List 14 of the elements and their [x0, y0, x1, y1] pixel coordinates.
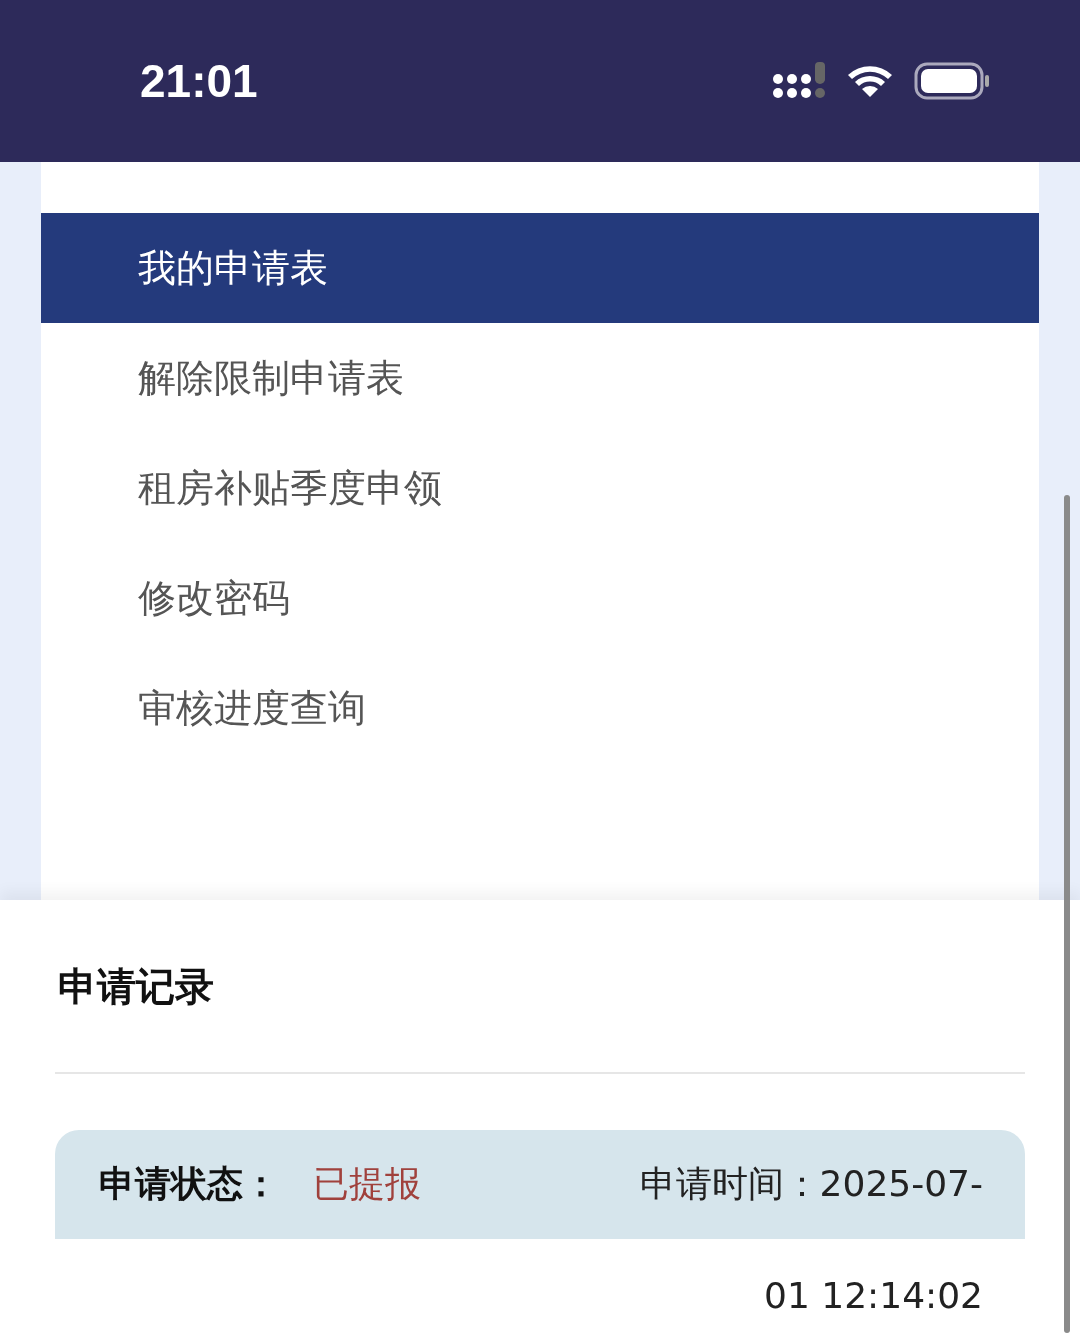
clock-time: 21:01 [140, 54, 258, 108]
section-title: 申请记录 [55, 900, 1025, 1074]
battery-icon [914, 62, 990, 100]
menu-item[interactable]: 租房补贴季度申领 [41, 433, 1039, 543]
menu-item[interactable]: 我的申请表 [41, 213, 1039, 323]
time-text: 01 12:14:02 [764, 1275, 983, 1316]
status-value: 已提报 [313, 1162, 421, 1206]
wifi-icon [846, 63, 894, 99]
status-label: 申请状态： [99, 1162, 279, 1206]
signal-icon [772, 62, 826, 100]
time-text: 申请时间：2025-07- [639, 1162, 983, 1206]
menu-item[interactable]: 解除限制申请表 [41, 323, 1039, 433]
menu-item[interactable]: 修改密码 [41, 543, 1039, 653]
menu-item[interactable]: 审核进度查询 [41, 653, 1039, 763]
